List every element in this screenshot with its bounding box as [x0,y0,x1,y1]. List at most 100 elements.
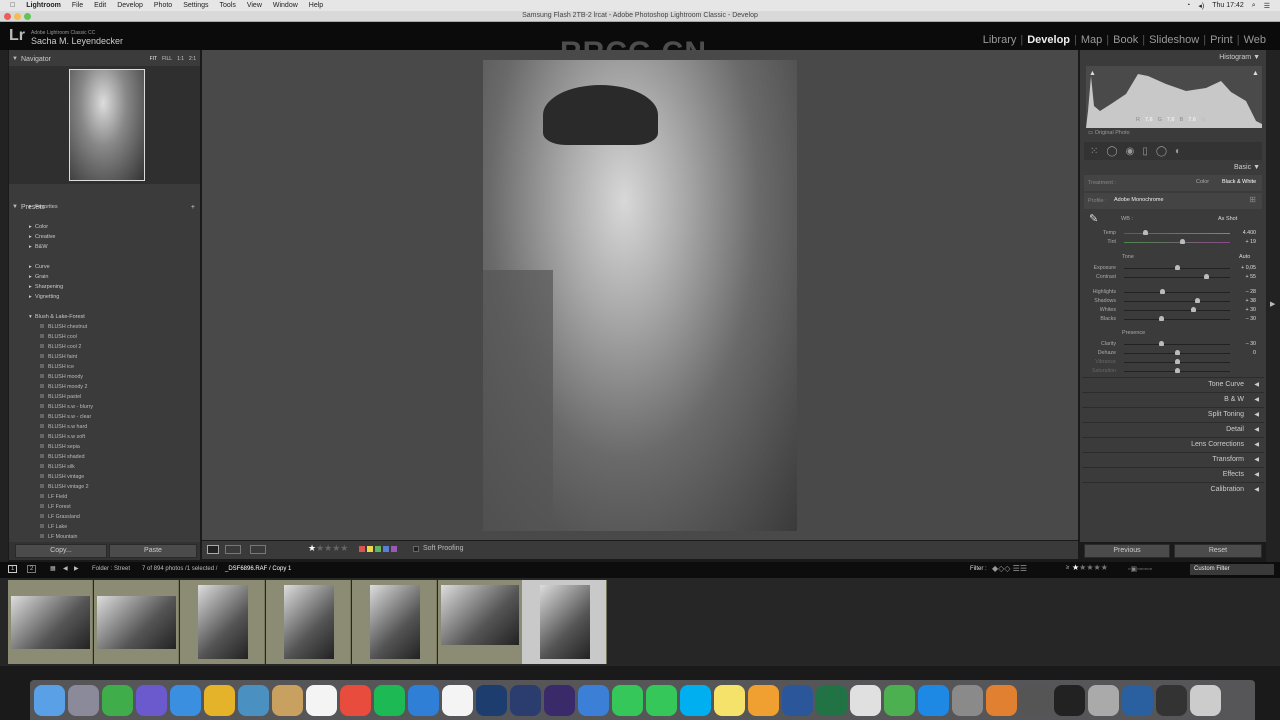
preset-item[interactable]: BLUSH ice [40,364,74,370]
slider-value[interactable]: – 30 [1246,316,1256,322]
slider-thumb[interactable] [1175,359,1180,364]
dock-preview[interactable] [238,684,269,716]
dock-terminal[interactable] [1054,684,1085,716]
menu-tools[interactable]: Tools [219,2,235,9]
slider-track[interactable] [1124,292,1230,293]
dock-evernote[interactable] [102,684,133,716]
expand-icon[interactable]: ▸ [29,234,32,240]
slider-thumb[interactable] [1175,368,1180,373]
slider-clarity[interactable]: Clarity – 30 [1084,340,1260,349]
filmstrip-thumbnail[interactable] [180,580,265,664]
add-preset-button[interactable]: + [191,204,195,211]
rating-stars[interactable]: ★★★★★ [308,543,348,554]
preset-item[interactable]: BLUSH silk [40,464,75,470]
forward-arrow-icon[interactable]: ▶ [74,565,79,572]
dock-rush[interactable] [544,684,575,716]
menu-help[interactable]: Help [309,2,323,9]
slider-thumb[interactable] [1159,341,1165,346]
dock-launchpad[interactable] [68,684,99,716]
preset-group[interactable]: Sharpening [35,284,63,290]
dock-quicktime[interactable] [1122,684,1153,716]
dock-chrome[interactable] [204,684,235,716]
grid-icon[interactable]: ▦ [50,565,56,572]
slider-thumb[interactable] [1203,274,1209,279]
zoom-1-1[interactable]: 1:1 [177,56,184,62]
preset-item[interactable]: LF Forest [40,504,71,510]
dock-display[interactable] [1156,684,1187,716]
slider-thumb[interactable] [1160,289,1166,294]
wb-eyedropper-icon[interactable]: ✎ [1089,212,1098,225]
slider-track[interactable] [1124,233,1230,234]
menu-app[interactable]: Lightroom [26,2,61,9]
dock-pages[interactable] [748,684,779,716]
auto-tone-button[interactable]: Auto [1239,254,1250,260]
slider-thumb[interactable] [1159,316,1165,321]
section-b-w[interactable]: B & W [1082,392,1264,407]
preset-item[interactable]: BLUSH chestnut [40,324,87,330]
histogram-title[interactable]: Histogram ▼ [1219,54,1260,61]
dock-numbers[interactable] [884,684,915,716]
slider-thumb[interactable] [1195,298,1201,303]
slider-tint[interactable]: Tint + 19 [1084,238,1260,247]
dock-spotify[interactable] [374,684,405,716]
preset-item[interactable]: BLUSH shaded [40,454,85,460]
preset-item[interactable]: BLUSH s.w hard [40,424,87,430]
folder-source[interactable]: Folder : Street [92,566,130,572]
expand-icon[interactable]: ▸ [29,244,32,250]
dock-app-store[interactable] [918,684,949,716]
slider-shadows[interactable]: Shadows + 38 [1084,297,1260,306]
module-book[interactable]: Book [1113,34,1138,46]
filmstrip-thumbnail[interactable] [522,580,607,664]
slider-whites[interactable]: Whites + 30 [1084,306,1260,315]
preset-group[interactable]: Favorites [35,204,58,210]
graduated-filter-icon[interactable]: ▯ [1142,146,1148,157]
crop-icon[interactable]: ⁙ [1090,146,1098,157]
slider-track[interactable] [1124,301,1230,302]
slider-value[interactable]: + 0,05 [1241,265,1256,271]
slider-vibrance[interactable]: Vibrance [1084,358,1260,367]
slider-value[interactable]: – 28 [1246,289,1256,295]
before-after-icon[interactable] [225,545,241,554]
expand-icon[interactable]: ▸ [29,274,32,280]
slider-value[interactable]: + 30 [1246,307,1256,313]
treatment-color[interactable]: Color [1196,179,1209,185]
preset-item[interactable]: BLUSH vintage [40,474,84,480]
expand-icon[interactable]: ▸ [29,204,32,210]
basic-header[interactable]: Basic ▼ [1234,164,1260,171]
color-label[interactable] [359,546,365,552]
dock-textedit[interactable] [850,684,881,716]
preset-item[interactable]: LF Lake [40,524,67,530]
expand-icon[interactable]: ▸ [29,264,32,270]
color-filter[interactable]: ▫▣▫▫▫▫▫▫ [1128,565,1152,573]
expand-right-icon[interactable]: ▶ [1270,300,1275,308]
module-web[interactable]: Web [1244,34,1266,46]
rating-filter[interactable]: ★★★★★ [1072,563,1108,572]
dock-trash[interactable] [1190,684,1221,716]
preset-group[interactable]: Color [35,224,48,230]
slider-thumb[interactable] [1143,230,1149,235]
module-map[interactable]: Map [1081,34,1102,46]
dock-reminders[interactable] [442,684,473,716]
loupe-view-icon[interactable] [207,545,219,554]
reset-button[interactable]: Reset [1174,544,1262,558]
spotlight-icon[interactable]: ⌕ [1252,2,1256,10]
wb-dropdown[interactable]: As Shot [1218,216,1237,222]
selected-file[interactable]: _DSF6896.RAF / Copy 1 [225,566,291,572]
preset-item[interactable]: LF Mountain [40,534,77,540]
section-split-toning[interactable]: Split Toning [1082,407,1264,422]
preset-item[interactable]: BLUSH sepia [40,444,80,450]
section-lens-corrections[interactable]: Lens Corrections [1082,437,1264,452]
module-print[interactable]: Print [1210,34,1233,46]
preset-group[interactable]: Vignetting [35,294,59,300]
slider-track[interactable] [1124,310,1230,311]
copy-button[interactable]: Copy... [15,544,107,558]
menu-settings[interactable]: Settings [183,2,208,9]
menu-edit[interactable]: Edit [94,2,106,9]
previous-button[interactable]: Previous [1084,544,1170,558]
preset-item[interactable]: LF Grassland [40,514,80,520]
color-label[interactable] [383,546,389,552]
dock-skype[interactable] [680,684,711,716]
brush-icon[interactable]: ◐ [1175,146,1181,157]
expand-icon[interactable]: ▸ [29,224,32,230]
dock-grammarly[interactable] [340,684,371,716]
